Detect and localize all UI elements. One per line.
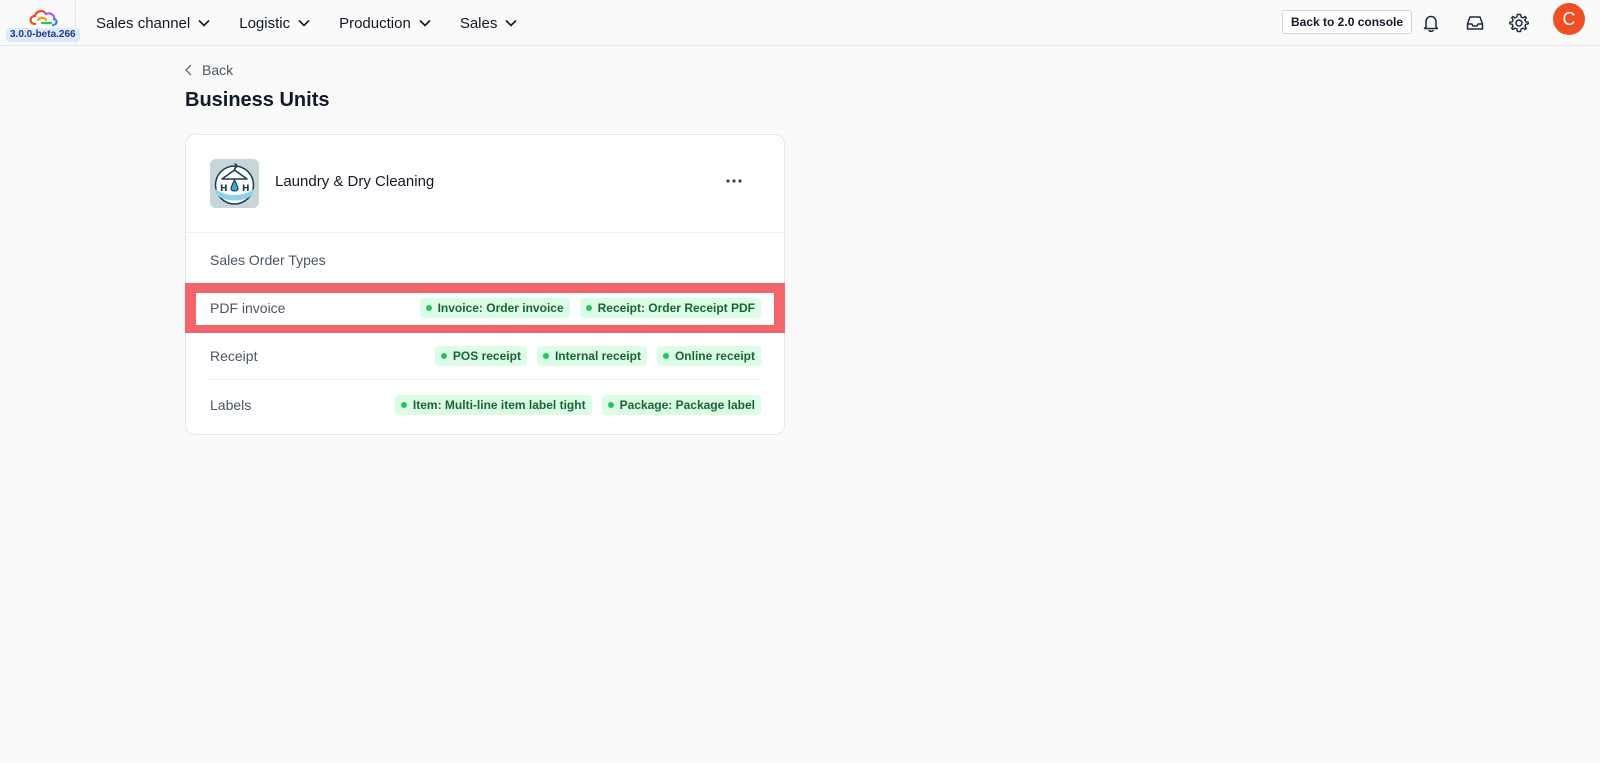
- card-header: H H Laundry & Dry Cleaning: [186, 135, 784, 233]
- app-logo[interactable]: 3.0.0-beta.266: [0, 0, 80, 46]
- status-dot-icon: [400, 402, 407, 408]
- svg-text:H: H: [242, 184, 250, 194]
- tag: Receipt: Order Receipt PDF: [579, 298, 761, 318]
- tag-label: Receipt: Order Receipt PDF: [597, 301, 755, 315]
- order-type-row-pdf-invoice[interactable]: PDF invoice Invoice: Order invoice Recei…: [186, 284, 784, 332]
- chevron-down-icon: [198, 19, 210, 27]
- row-tags: POS receipt Internal receipt Online rece…: [434, 346, 761, 366]
- nav-item-label: Logistic: [239, 14, 291, 32]
- tag-label: Invoice: Order invoice: [437, 301, 564, 315]
- status-dot-icon: [440, 353, 447, 359]
- tag-label: Online receipt: [674, 349, 755, 363]
- laundry-hanger-icon: H H: [210, 159, 259, 208]
- row-tags: Item: Multi-line item label tight Packag…: [394, 395, 761, 415]
- chevron-down-icon: [298, 19, 310, 27]
- user-avatar[interactable]: C: [1553, 3, 1585, 35]
- row-label: PDF invoice: [210, 300, 286, 316]
- status-dot-icon: [585, 305, 592, 311]
- more-options-icon[interactable]: [724, 171, 744, 191]
- tag: Internal receipt: [536, 346, 647, 366]
- status-dot-icon: [607, 402, 614, 408]
- row-label: Receipt: [210, 348, 258, 364]
- main-nav: Sales channel Logistic Production Sales: [96, 0, 546, 46]
- tag-label: Internal receipt: [554, 349, 641, 363]
- business-unit-logo: H H: [210, 159, 259, 208]
- svg-text:H: H: [220, 184, 228, 194]
- back-link[interactable]: Back: [185, 62, 233, 78]
- cloud-logo-icon: [29, 10, 58, 27]
- tag: Invoice: Order invoice: [419, 298, 570, 318]
- nav-sales[interactable]: Sales: [460, 15, 518, 32]
- nav-item-label: Production: [339, 14, 411, 32]
- status-dot-icon: [662, 353, 669, 359]
- gear-icon[interactable]: [1508, 12, 1530, 34]
- tag: Package: Package label: [601, 395, 761, 415]
- page-title: Business Units: [185, 89, 330, 111]
- order-type-row-labels[interactable]: Labels Item: Multi-line item label tight…: [186, 381, 784, 429]
- tag-label: POS receipt: [452, 349, 521, 363]
- nav-item-label: Sales channel: [96, 14, 191, 32]
- tag: Item: Multi-line item label tight: [394, 395, 592, 415]
- chevron-down-icon: [419, 19, 431, 27]
- chevron-down-icon: [505, 19, 517, 27]
- tag-label: Package: Package label: [619, 398, 755, 412]
- order-type-row-receipt[interactable]: Receipt POS receipt Internal receipt Onl…: [186, 332, 784, 380]
- version-badge: 3.0.0-beta.266: [6, 28, 80, 42]
- row-tags: Invoice: Order invoice Receipt: Order Re…: [419, 298, 761, 318]
- tag: Online receipt: [656, 346, 761, 366]
- business-unit-card: H H Laundry & Dry Cleaning Sales Order T…: [185, 134, 785, 435]
- tag: POS receipt: [434, 346, 527, 366]
- back-label: Back: [202, 62, 234, 78]
- chevron-left-icon: [185, 64, 192, 76]
- bell-icon[interactable]: [1420, 12, 1442, 34]
- nav-production[interactable]: Production: [339, 15, 431, 32]
- status-dot-icon: [425, 305, 432, 311]
- section-label: Sales Order Types: [210, 252, 326, 268]
- back-to-console-button[interactable]: Back to 2.0 console: [1282, 10, 1413, 34]
- nav-logistic[interactable]: Logistic: [239, 15, 310, 32]
- nav-sales-channel[interactable]: Sales channel: [96, 15, 210, 32]
- tag-label: Item: Multi-line item label tight: [412, 398, 586, 412]
- top-navigation-bar: 3.0.0-beta.266 Sales channel Logistic Pr…: [0, 0, 1600, 46]
- row-divider: [210, 379, 760, 380]
- row-label: Labels: [210, 397, 252, 413]
- business-unit-name: Laundry & Dry Cleaning: [275, 173, 435, 190]
- status-dot-icon: [542, 353, 549, 359]
- inbox-icon[interactable]: [1464, 12, 1486, 34]
- nav-item-label: Sales: [459, 14, 498, 32]
